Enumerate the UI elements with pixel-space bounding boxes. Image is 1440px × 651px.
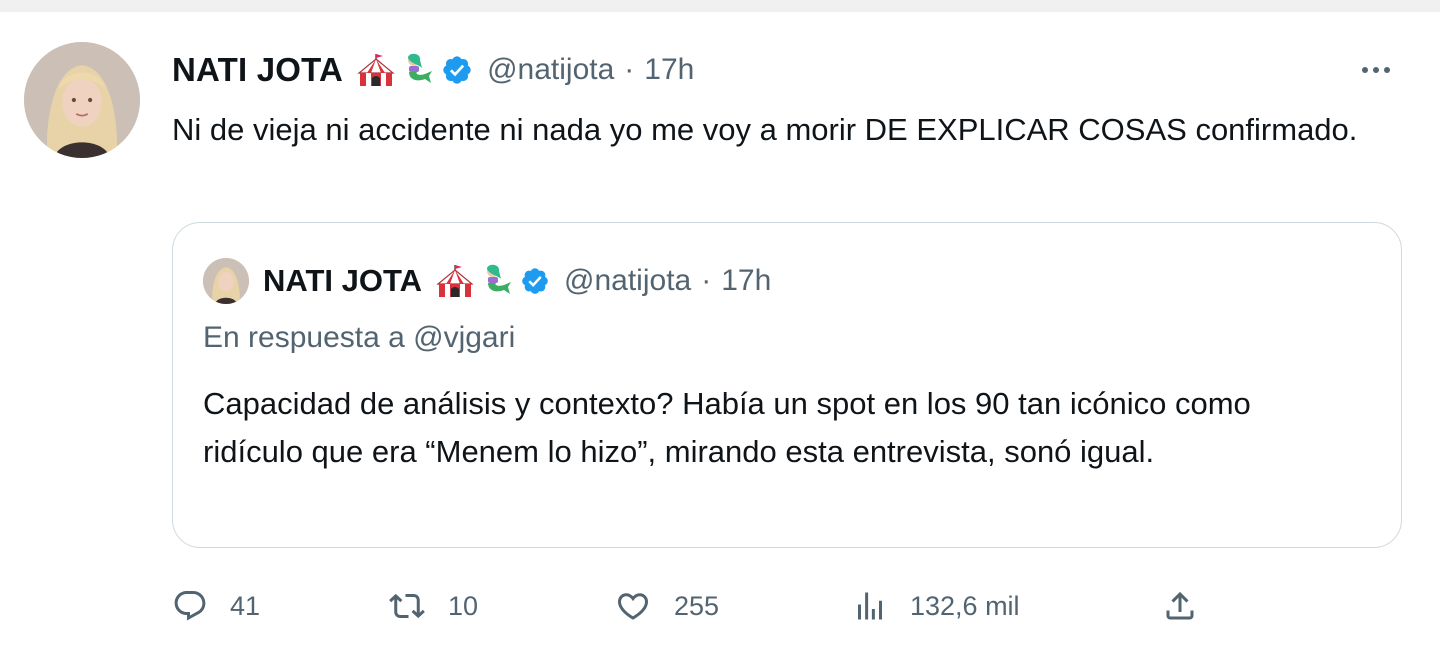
quoted-author-name: NATI JOTA xyxy=(263,263,423,298)
quoted-avatar-image xyxy=(203,258,249,304)
author-handle[interactable]: @natijota xyxy=(487,53,614,87)
retweet-count: 10 xyxy=(448,590,479,621)
quoted-tweet-text: Capacidad de análisis y contexto? Había … xyxy=(203,386,1251,469)
share-button[interactable] xyxy=(1162,584,1198,628)
reply-count: 41 xyxy=(230,590,261,621)
retweet-button[interactable]: 10 xyxy=(388,584,478,628)
tweet-header: NATI JOTA @natijota · 17h xyxy=(172,48,694,92)
author-emojis xyxy=(357,52,433,88)
quoted-avatar xyxy=(203,258,249,304)
tweet[interactable]: NATI JOTA @natijota · 17h Ni de vieja ni… xyxy=(0,12,1440,651)
top-divider xyxy=(0,0,1440,12)
tweet-text: Ni de vieja ni accidente ni nada yo me v… xyxy=(172,112,1358,147)
reply-button[interactable]: 41 xyxy=(172,584,260,628)
verified-badge-icon[interactable] xyxy=(441,54,473,86)
views-button[interactable]: 132,6 mil xyxy=(852,584,1020,628)
quoted-timestamp: 17h xyxy=(721,264,772,297)
separator-dot: · xyxy=(624,53,635,86)
circus-tent-icon xyxy=(436,265,474,297)
quoted-verified-badge-icon xyxy=(520,266,550,296)
heart-icon xyxy=(617,593,649,620)
like-button[interactable]: 255 xyxy=(614,584,719,628)
reply-icon xyxy=(174,591,206,621)
quoted-separator-dot: · xyxy=(701,264,712,297)
quoted-tweet[interactable]: NATI JOTA @natijota · 17h En respuesta a… xyxy=(172,222,1402,548)
views-chart-icon xyxy=(858,592,882,620)
author-name[interactable]: NATI JOTA xyxy=(172,51,343,89)
avatar-image xyxy=(24,42,140,158)
quoted-author-handle: @natijota xyxy=(564,264,692,297)
quoted-reply-context: En respuesta a @vjgari xyxy=(203,321,516,354)
mermaid-icon xyxy=(408,53,433,83)
circus-tent-icon xyxy=(357,54,395,86)
views-count: 132,6 mil xyxy=(910,590,1020,621)
more-options-icon[interactable] xyxy=(1362,67,1390,73)
mermaid-icon xyxy=(487,264,512,294)
share-icon xyxy=(1166,591,1194,620)
like-count: 255 xyxy=(674,590,720,621)
tweet-actions: 41 10 255 132,6 mil xyxy=(172,584,1272,628)
tweet-timestamp[interactable]: 17h xyxy=(644,53,694,87)
avatar[interactable] xyxy=(24,42,140,158)
quoted-tweet-header: NATI JOTA @natijota · 17h xyxy=(203,257,771,305)
retweet-icon xyxy=(389,593,425,619)
quoted-author-emojis xyxy=(436,263,512,299)
